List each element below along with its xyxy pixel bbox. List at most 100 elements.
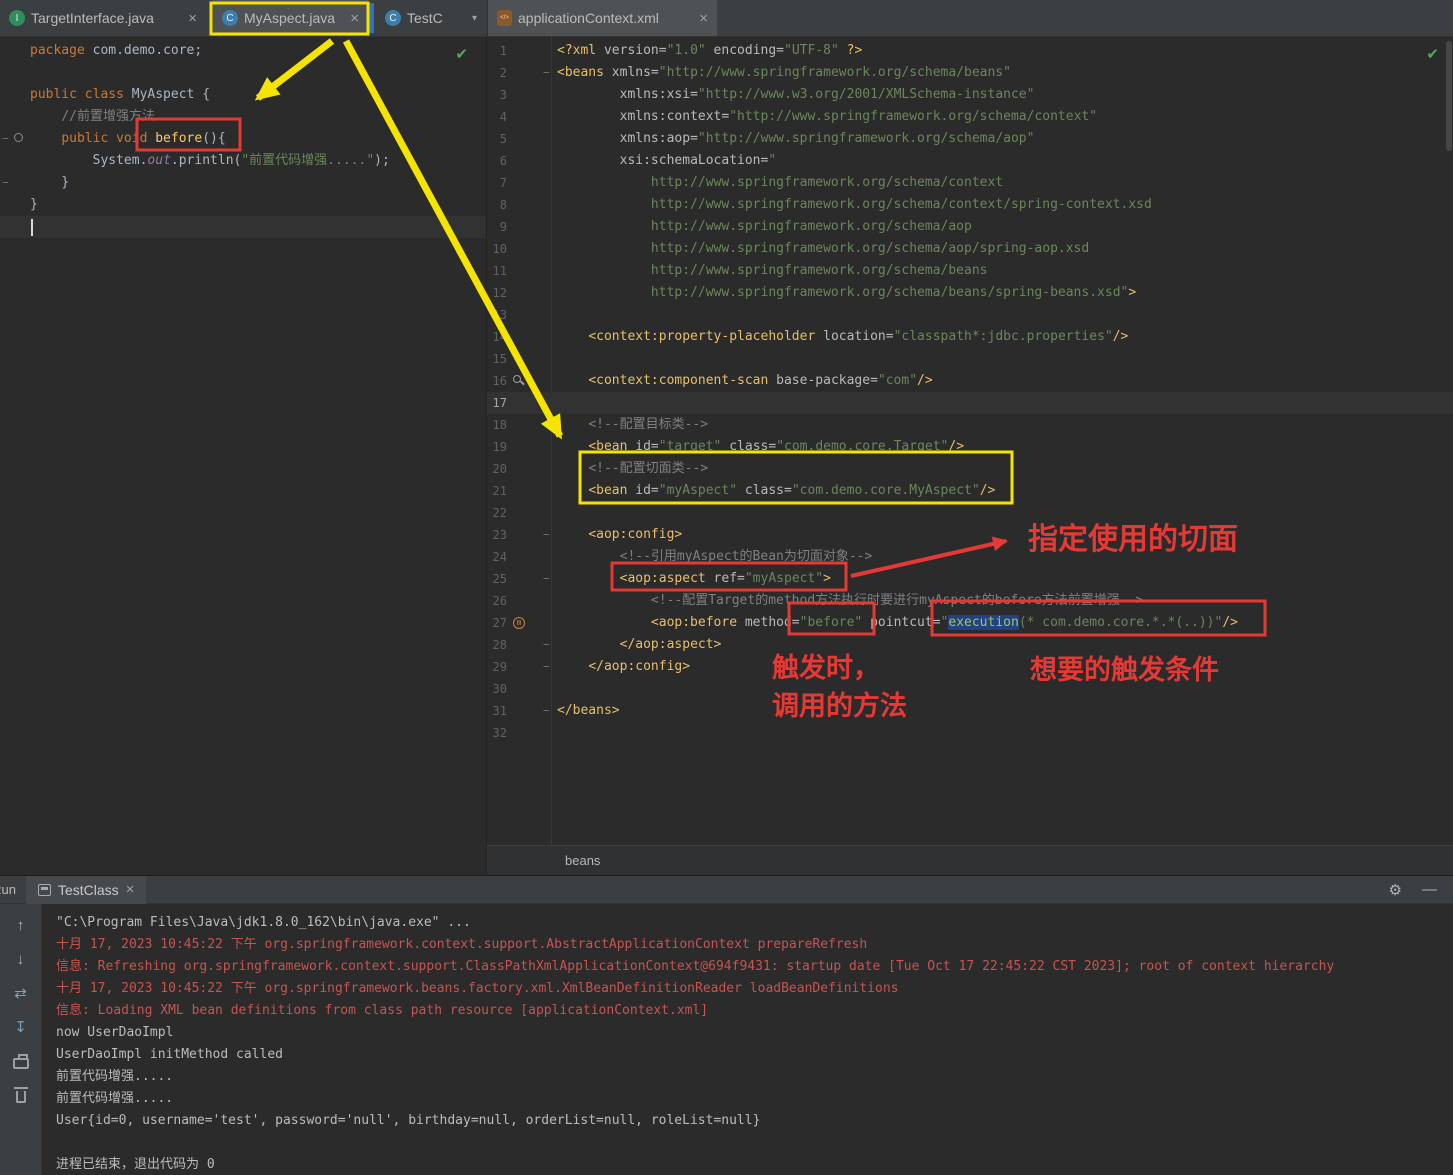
- line-number: 4: [499, 110, 507, 124]
- code-text: <?xml version="1.0" encoding="UTF-8" ?>: [557, 43, 863, 58]
- code-line-17: 17: [487, 392, 1453, 414]
- fold-marker[interactable]: −: [543, 62, 550, 84]
- console-body[interactable]: ↑ ↓ ⇄ ↧ "C:\Program Files\Java\jdk1.8.0_162…: [0, 904, 1453, 1175]
- code-line-20: 20 <!--配置切面类-->: [487, 458, 1453, 480]
- fold-marker[interactable]: −: [543, 700, 550, 722]
- console-tab-label: TestClass: [58, 881, 119, 898]
- method-marker-icon[interactable]: [14, 133, 23, 142]
- aop-advice-icon[interactable]: m: [513, 617, 525, 629]
- scroll-to-end-icon[interactable]: ↧: [10, 1016, 32, 1038]
- console-line: 信息: Loading XML bean definitions from cl…: [56, 1003, 709, 1018]
- code-text: xmlns:xsi="http://www.w3.org/2001/XMLSch…: [619, 87, 1035, 102]
- code-line-1: package com.demo.core;: [0, 40, 486, 62]
- code-line-31: 31 − </beans>: [487, 700, 1453, 722]
- line-number: 3: [499, 88, 507, 102]
- xml-editor-pane[interactable]: 1 <?xml version="1.0" encoding="UTF-8" ?>…: [486, 37, 1453, 875]
- code-line-7: − }: [0, 172, 486, 194]
- code-line-15: 15: [487, 348, 1453, 370]
- fold-marker[interactable]: −: [543, 656, 550, 678]
- tab-myaspect-java[interactable]: C MyAspect.java ×: [213, 0, 368, 36]
- soft-wrap-icon[interactable]: ⇄: [10, 982, 32, 1004]
- fold-marker[interactable]: −: [543, 634, 550, 656]
- breadcrumb-item-beans[interactable]: beans: [565, 853, 600, 868]
- line-number: 1: [499, 44, 507, 58]
- left-tab-group: I TargetInterface.java × C MyAspect.java × C Te…: [0, 0, 486, 36]
- code-text: </aop:aspect>: [619, 637, 722, 652]
- gutter-icon-slot: [513, 375, 521, 383]
- code-text: <!--配置Target的method方法执行时要进行myAspect的befo…: [650, 593, 1144, 608]
- line-number: 10: [492, 242, 507, 256]
- tab-label: TargetInterface.java: [31, 10, 154, 26]
- line-number: 29: [492, 660, 507, 674]
- code-text: //前置增强方法: [61, 109, 155, 124]
- clear-all-icon[interactable]: [10, 1084, 32, 1106]
- fold-marker[interactable]: −: [543, 568, 550, 590]
- code-text: http://www.springframework.org/schema/be…: [650, 263, 988, 278]
- print-icon-art: [12, 1054, 29, 1069]
- close-tab-icon[interactable]: ×: [188, 10, 197, 27]
- code-line-8: 8 http://www.springframework.org/schema/…: [487, 194, 1453, 216]
- close-tab-icon[interactable]: ×: [350, 10, 359, 27]
- code-text: <bean id="myAspect" class="com.demo.core…: [588, 483, 996, 498]
- line-number: 6: [499, 154, 507, 168]
- breadcrumb-bar: beans: [487, 845, 1453, 875]
- tab-targetinterface-java[interactable]: I TargetInterface.java ×: [0, 0, 206, 36]
- class-file-icon: C: [385, 10, 401, 26]
- java-editor-pane[interactable]: package com.demo.core; public class MyAsp…: [0, 37, 486, 875]
- editor-tab-bar: I TargetInterface.java × C MyAspect.java × C Te…: [0, 0, 1453, 37]
- clear-all-icon-art: [13, 1087, 28, 1103]
- close-icon[interactable]: ×: [126, 881, 135, 898]
- component-scan-icon[interactable]: [513, 375, 521, 383]
- console-line: "C:\Program Files\Java\jdk1.8.0_162\bin\…: [56, 915, 471, 930]
- code-line-12: 12 http://www.springframework.org/schema…: [487, 282, 1453, 304]
- line-number: 22: [492, 506, 507, 520]
- prev-occurrence-icon[interactable]: ↑: [10, 914, 32, 936]
- code-text: xsi:schemaLocation=": [619, 153, 777, 168]
- minimize-icon[interactable]: —: [1422, 881, 1437, 899]
- code-line-27: 27 m <aop:before method="before" pointcut…: [487, 612, 1453, 634]
- line-number: 27: [492, 616, 507, 630]
- next-occurrence-icon[interactable]: ↓: [10, 948, 32, 970]
- console-line: 十月 17, 2023 10:45:22 下午 org.springframew…: [56, 937, 868, 952]
- chevron-down-icon[interactable]: ▾: [472, 13, 477, 24]
- tab-label: applicationContext.xml: [518, 10, 659, 26]
- close-tab-icon[interactable]: ×: [699, 10, 708, 27]
- print-icon[interactable]: [10, 1050, 32, 1072]
- code-line-21: 21 <bean id="myAspect" class="com.demo.c…: [487, 480, 1453, 502]
- tab-label: MyAspect.java: [244, 10, 336, 26]
- line-number: 19: [492, 440, 507, 454]
- code-line-4: //前置增强方法: [0, 106, 486, 128]
- line-number: 26: [492, 594, 507, 608]
- code-text: public class MyAspect {: [30, 87, 211, 102]
- line-number: 25: [492, 572, 507, 586]
- tab-testc[interactable]: C TestC ▾: [376, 0, 486, 36]
- code-line-26: 26 <!--配置Target的method方法执行时要进行myAspect的b…: [487, 590, 1453, 612]
- fold-marker[interactable]: −: [2, 128, 9, 150]
- code-line-19: 19 <bean id="target" class="com.demo.cor…: [487, 436, 1453, 458]
- console-toolbar: ↑ ↓ ⇄ ↧: [0, 904, 42, 1175]
- line-number: 8: [499, 198, 507, 212]
- console-output[interactable]: "C:\Program Files\Java\jdk1.8.0_162\bin\…: [42, 904, 1453, 1175]
- fold-marker[interactable]: −: [543, 524, 550, 546]
- code-text: <beans xmlns="http://www.springframework…: [557, 65, 1011, 80]
- code-line-32: 32: [487, 722, 1453, 744]
- fold-marker[interactable]: −: [2, 172, 9, 194]
- code-text: </beans>: [557, 703, 620, 718]
- gear-icon[interactable]: ⚙: [1389, 881, 1402, 899]
- code-line-7: 7 http://www.springframework.org/schema/…: [487, 172, 1453, 194]
- line-number: 11: [492, 264, 507, 278]
- tab-applicationcontext-xml[interactable]: </> applicationContext.xml ×: [488, 0, 717, 36]
- code-line-18: 18 <!--配置目标类-->: [487, 414, 1453, 436]
- console-tab-testclass[interactable]: TestClass ×: [26, 875, 147, 904]
- code-line-5: − public void before(){: [0, 128, 486, 150]
- code-text: System.out.println("前置代码增强.....");: [92, 153, 390, 168]
- xml-file-icon: </>: [497, 10, 512, 26]
- code-line-9: [0, 216, 486, 238]
- line-number: 18: [492, 418, 507, 432]
- code-line-29: 29 − </aop:config>: [487, 656, 1453, 678]
- code-text: <!--引用myAspect的Bean为切面对象-->: [619, 549, 873, 564]
- scrollbar[interactable]: [1446, 41, 1452, 151]
- code-text: package com.demo.core;: [30, 43, 203, 58]
- console-line: now UserDaoImpl: [56, 1025, 174, 1040]
